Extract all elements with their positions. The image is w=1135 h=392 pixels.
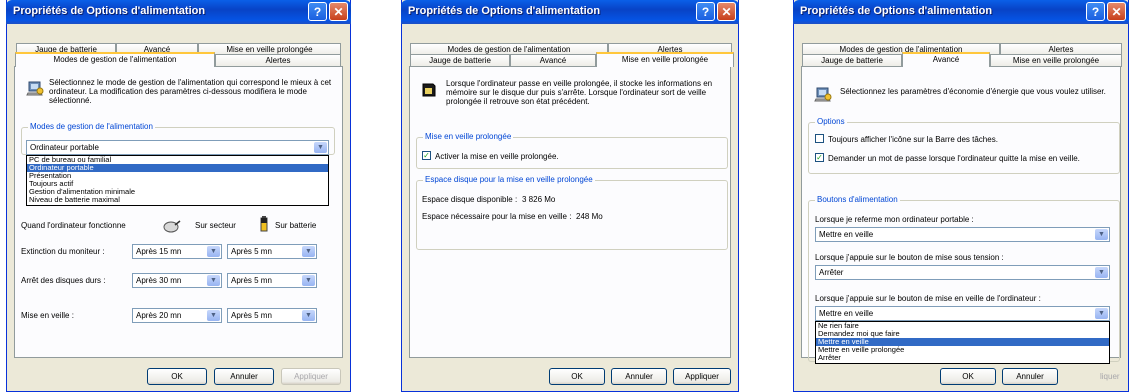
ok-button[interactable]: OK <box>549 368 605 385</box>
window-advanced: Propriétés de Options d'alimentation ? ✕… <box>793 0 1129 392</box>
standby-label: Mise en veille : <box>21 311 74 320</box>
close-button[interactable]: ✕ <box>329 2 348 21</box>
sleep-option[interactable]: Mettre en veille prolongée <box>816 346 1109 354</box>
battery-column-label: Sur batterie <box>275 221 317 230</box>
disks-off-label: Arrêt des disques durs : <box>21 276 106 285</box>
standby-battery-value: Après 5 mn <box>231 311 272 320</box>
window-hibernate: Propriétés de Options d'alimentation ? ✕… <box>401 0 739 392</box>
cancel-button[interactable]: Annuler <box>1002 368 1058 385</box>
ok-button[interactable]: OK <box>147 368 207 385</box>
window-title: Propriétés de Options d'alimentation <box>800 5 993 17</box>
needed-space-label: Espace nécessaire pour la mise en veille… <box>422 212 572 221</box>
intro-text: Lorsque l'ordinateur passe en veille pro… <box>446 79 713 106</box>
scheme-option-selected[interactable]: Ordinateur portable <box>27 164 328 172</box>
chevron-down-icon[interactable]: ▼ <box>207 310 220 321</box>
power-options-icon <box>814 87 832 102</box>
tab-advanced[interactable]: Avancé <box>902 52 990 67</box>
help-button[interactable]: ? <box>696 2 715 21</box>
help-button[interactable]: ? <box>1086 2 1105 21</box>
disks-off-battery-select[interactable]: Après 5 mn ▼ <box>227 273 317 288</box>
free-space-value: 3 826 Mo <box>522 195 556 204</box>
cancel-button[interactable]: Annuler <box>214 368 274 385</box>
lid-close-label: Lorsque je referme mon ordinateur portab… <box>815 215 974 224</box>
scheme-dropdown-list: PC de bureau ou familial Ordinateur port… <box>26 155 329 206</box>
title-bar[interactable]: Propriétés de Options d'alimentation ? ✕ <box>401 0 739 24</box>
sleep-button-value: Mettre en veille <box>819 309 874 318</box>
apply-button-partial[interactable]: liquer <box>1100 372 1120 381</box>
scheme-select[interactable]: Ordinateur portable ▼ <box>26 140 329 155</box>
power-button-label: Lorsque j'appuie sur le bouton de mise s… <box>815 253 1004 262</box>
monitor-off-battery-select[interactable]: Après 5 mn ▼ <box>227 244 317 259</box>
password-on-resume-label: Demander un mot de passe lorsque l'ordin… <box>828 154 1080 163</box>
close-button[interactable]: ✕ <box>717 2 736 21</box>
disk-space-group-label: Espace disque pour la mise en veille pro… <box>423 175 595 184</box>
lid-close-value: Mettre en veille <box>819 230 874 239</box>
battery-icon <box>260 216 268 232</box>
monitor-off-ac-value: Après 15 mn <box>136 247 182 256</box>
enable-hibernate-label: Activer la mise en veille prolongée. <box>435 152 559 161</box>
monitor-off-label: Extinction du moniteur : <box>21 247 105 256</box>
needed-space-value: 248 Mo <box>576 212 603 221</box>
chevron-down-icon[interactable]: ▼ <box>302 275 315 286</box>
chevron-down-icon[interactable]: ▼ <box>1095 229 1108 240</box>
sleep-button-select[interactable]: Mettre en veille ▼ <box>815 306 1110 321</box>
monitor-off-battery-value: Après 5 mn <box>231 247 272 256</box>
cancel-button[interactable]: Annuler <box>611 368 667 385</box>
tab-hibernate[interactable]: Mise en veille prolongée <box>596 52 734 67</box>
chevron-down-icon[interactable]: ▼ <box>302 246 315 257</box>
options-group-label: Options <box>815 117 847 126</box>
monitor-off-ac-select[interactable]: Après 15 mn ▼ <box>132 244 222 259</box>
password-on-resume-checkbox[interactable]: ✓ <box>815 153 824 162</box>
disks-off-ac-select[interactable]: Après 30 mn ▼ <box>132 273 222 288</box>
tab-panel: Sélectionnez le mode de gestion de l'ali… <box>14 66 343 358</box>
chevron-down-icon[interactable]: ▼ <box>207 246 220 257</box>
sleep-button-dropdown-list: Ne rien faire Demandez moi que faire Met… <box>815 321 1110 364</box>
lid-close-select[interactable]: Mettre en veille ▼ <box>815 227 1110 242</box>
disks-off-ac-value: Après 30 mn <box>136 276 182 285</box>
tab-panel: Sélectionnez les paramètres d'économie d… <box>801 66 1121 364</box>
chevron-down-icon[interactable]: ▼ <box>207 275 220 286</box>
intro-text: Sélectionnez les paramètres d'économie d… <box>840 87 1106 96</box>
scheme-option[interactable]: Niveau de batterie maximal <box>27 196 328 204</box>
chevron-down-icon[interactable]: ▼ <box>314 142 327 153</box>
ok-button[interactable]: OK <box>940 368 996 385</box>
scheme-select-value: Ordinateur portable <box>30 143 99 152</box>
ac-column-label: Sur secteur <box>195 221 236 230</box>
show-tray-icon-label: Toujours afficher l'icône sur la Barre d… <box>828 135 998 144</box>
title-bar[interactable]: Propriétés de Options d'alimentation ? ✕ <box>793 0 1129 24</box>
title-bar[interactable]: Propriétés de Options d'alimentation ? ✕ <box>6 0 351 24</box>
standby-battery-select[interactable]: Après 5 mn ▼ <box>227 308 317 323</box>
intro-text: Sélectionnez le mode de gestion de l'ali… <box>49 78 332 105</box>
sleep-button-label: Lorsque j'appuie sur le bouton de mise e… <box>815 294 1041 303</box>
power-button-value: Arrêter <box>819 268 844 277</box>
options-group: Options <box>808 117 1120 174</box>
ac-plug-icon <box>163 220 181 233</box>
when-running-label: Quand l'ordinateur fonctionne <box>21 221 126 230</box>
tab-power-schemes[interactable]: Modes de gestion de l'alimentation <box>15 52 215 67</box>
apply-button[interactable]: Appliquer <box>673 368 731 385</box>
free-space-label: Espace disque disponible : <box>422 195 518 204</box>
apply-button[interactable]: Appliquer <box>281 368 341 385</box>
help-button[interactable]: ? <box>308 2 327 21</box>
schemes-group-label: Modes de gestion de l'alimentation <box>28 122 155 131</box>
chevron-down-icon[interactable]: ▼ <box>1095 267 1108 278</box>
power-options-icon <box>26 81 44 96</box>
chevron-down-icon[interactable]: ▼ <box>302 310 315 321</box>
sleep-option[interactable]: Arrêter <box>816 354 1109 362</box>
standby-ac-select[interactable]: Après 20 mn ▼ <box>132 308 222 323</box>
hibernate-group-label: Mise en veille prolongée <box>423 132 514 141</box>
show-tray-icon-checkbox[interactable] <box>815 134 824 143</box>
window-title: Propriétés de Options d'alimentation <box>408 5 601 17</box>
disks-off-battery-value: Après 5 mn <box>231 276 272 285</box>
standby-ac-value: Après 20 mn <box>136 311 182 320</box>
window-power-schemes: Propriétés de Options d'alimentation ? ✕… <box>6 0 351 392</box>
window-title: Propriétés de Options d'alimentation <box>13 5 206 17</box>
power-button-select[interactable]: Arrêter ▼ <box>815 265 1110 280</box>
hibernate-icon <box>422 83 436 97</box>
close-button[interactable]: ✕ <box>1107 2 1126 21</box>
chevron-down-icon[interactable]: ▼ <box>1095 308 1108 319</box>
power-buttons-group-label: Boutons d'alimentation <box>815 195 900 204</box>
enable-hibernate-checkbox[interactable]: ✓ <box>422 151 431 160</box>
tab-panel: Lorsque l'ordinateur passe en veille pro… <box>409 66 731 358</box>
